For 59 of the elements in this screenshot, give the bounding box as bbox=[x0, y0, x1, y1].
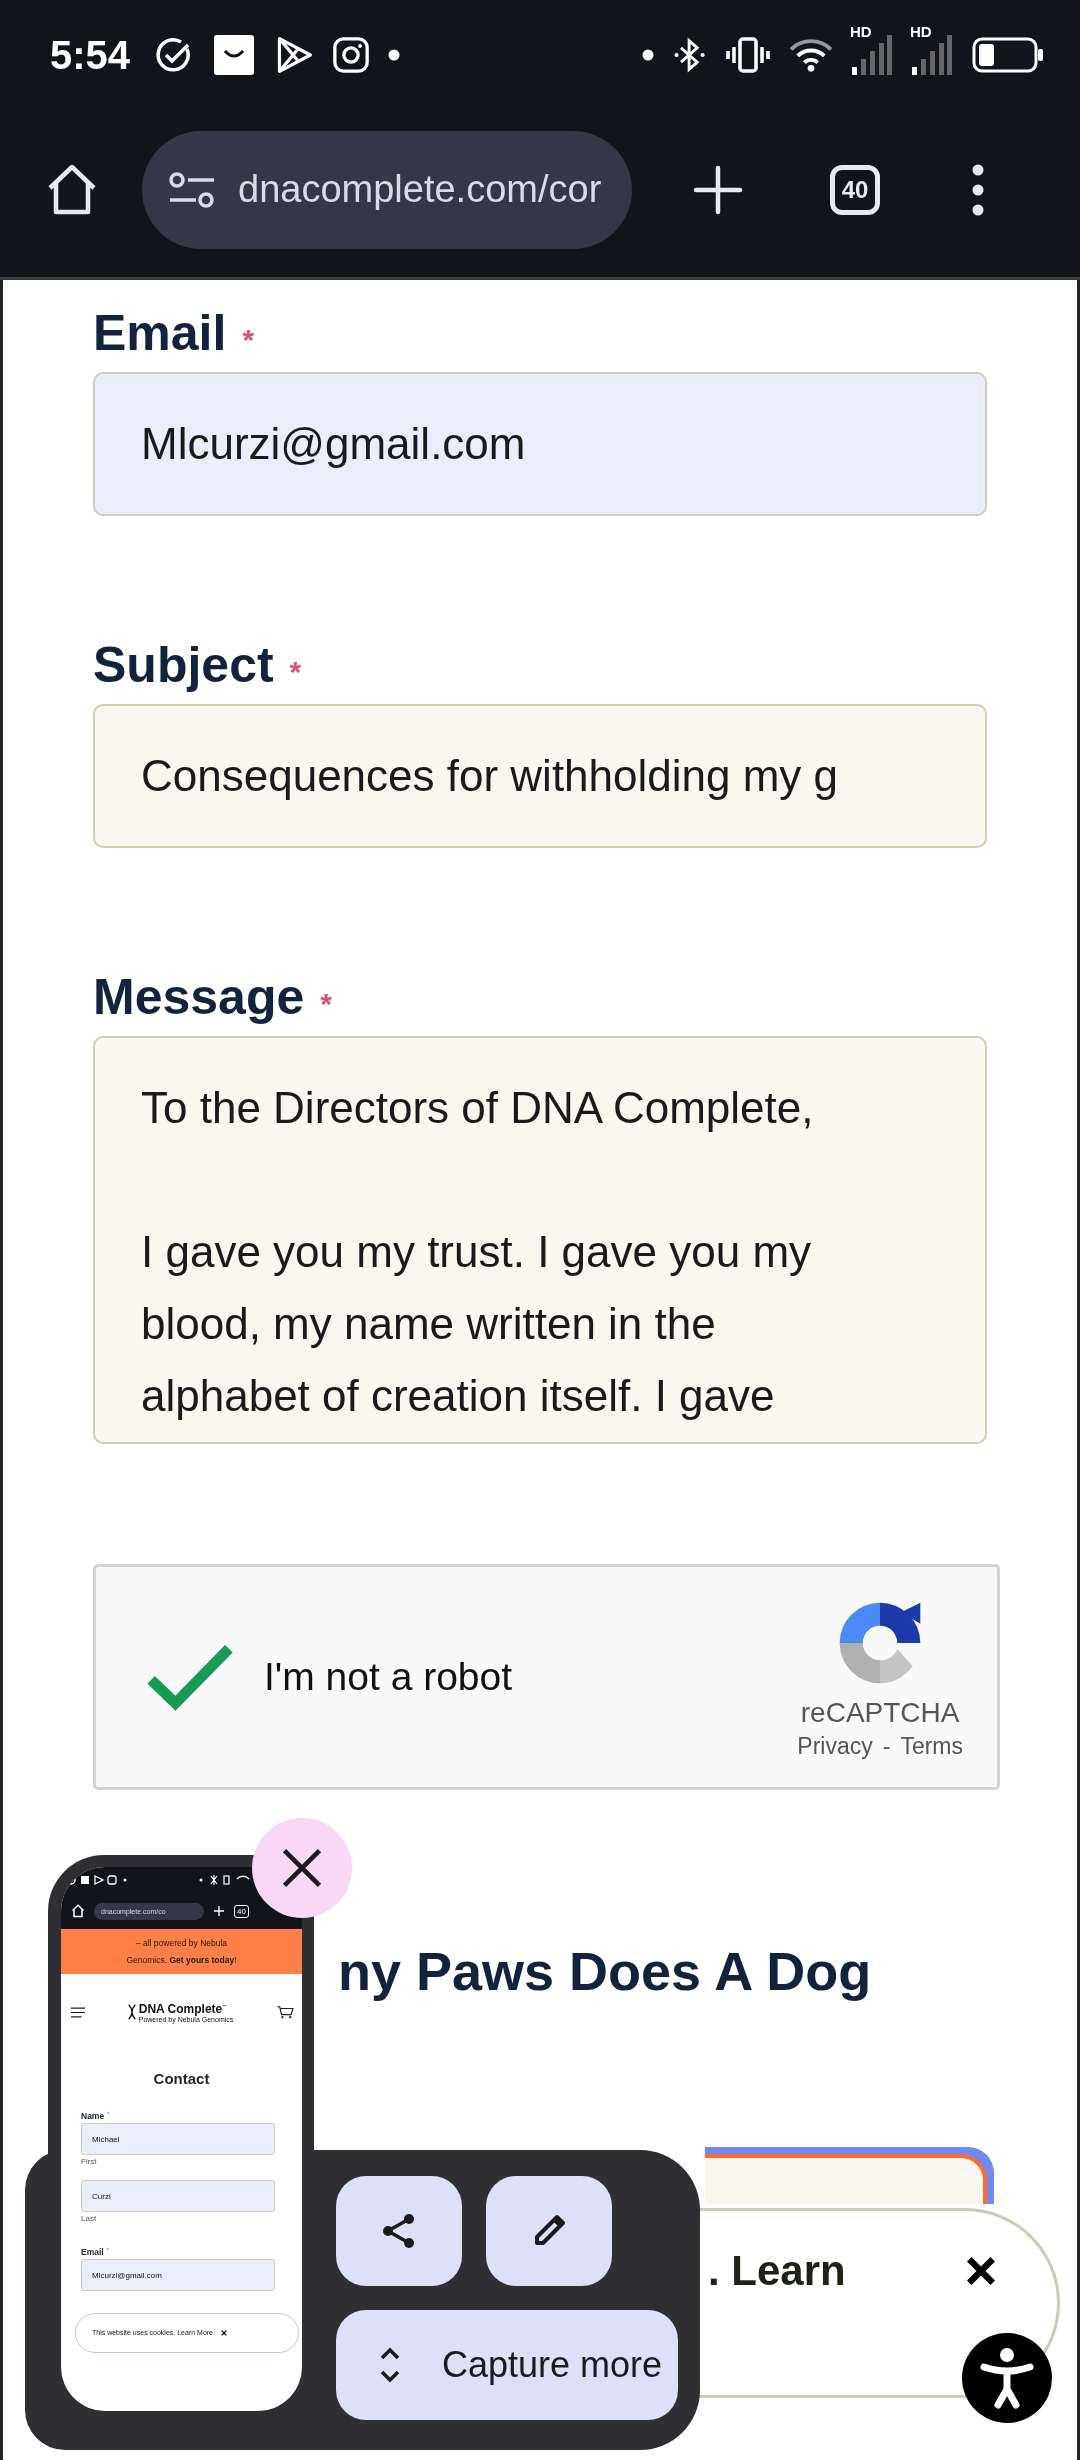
edit-button[interactable] bbox=[486, 2176, 612, 2286]
message-paragraph: To the Directors of DNA Complete, bbox=[141, 1082, 815, 1134]
captcha-link[interactable]: Privacy bbox=[797, 1732, 873, 1760]
field-label: Subject bbox=[93, 636, 274, 694]
banner-text: Genomics. Get yours today! bbox=[125, 1954, 238, 1967]
input-field[interactable]: Mlcurzi@gmail.com bbox=[93, 372, 987, 516]
new-tab-icon[interactable] bbox=[692, 163, 744, 216]
link-separator: - bbox=[882, 1732, 891, 1760]
field-hint: First bbox=[81, 2157, 98, 2166]
network-type: HD bbox=[910, 23, 932, 40]
expand-icon bbox=[378, 2345, 402, 2385]
status-time: 5:54 bbox=[50, 32, 131, 78]
banner-text: – all powered by Nebula bbox=[134, 1937, 229, 1950]
message-field[interactable]: To the Directors of DNA Complete, I gave you my trust. I gave you my blood, my name written in the alphabet of creation itself. I gave bbox=[93, 1036, 987, 1444]
checkbox-label: I'm not a robot bbox=[264, 1655, 513, 1699]
new-tab-icon bbox=[213, 1905, 225, 1917]
accessibility-icon[interactable] bbox=[962, 2333, 1052, 2423]
home-icon bbox=[71, 1904, 85, 1918]
tune-icon[interactable] bbox=[168, 169, 216, 210]
cart-icon bbox=[276, 2005, 294, 2019]
address-bar[interactable]: dnacomplete.com/cor bbox=[142, 130, 632, 249]
shopping-bag-icon bbox=[212, 33, 257, 77]
share-button[interactable] bbox=[336, 2176, 462, 2286]
dna-icon bbox=[127, 2003, 136, 2021]
field-hint: Last bbox=[81, 2214, 98, 2223]
close-icon[interactable] bbox=[965, 2255, 997, 2287]
field-label: Email bbox=[93, 304, 227, 362]
cookie-text: . Learn bbox=[708, 2247, 846, 2295]
dot-icon bbox=[388, 49, 401, 61]
vibrate-icon bbox=[726, 35, 770, 75]
capture-more-button[interactable]: Capture more bbox=[336, 2310, 678, 2420]
captcha-brand: reCAPTCHA bbox=[800, 1696, 960, 1729]
input-field[interactable]: Consequences for withholding my g bbox=[93, 704, 987, 848]
signal-icon bbox=[852, 35, 892, 75]
page-title: Contact bbox=[152, 2070, 211, 2087]
message-paragraph: I gave you my trust. I gave you my blood, my name written in the alphabet of creation itself. I gave bbox=[141, 1226, 813, 1422]
input-field: Mlcurzi@gmail.com bbox=[81, 2259, 275, 2291]
field-label: Message bbox=[93, 968, 305, 1026]
tab-switcher: 40 bbox=[234, 1904, 249, 1918]
battery-icon bbox=[972, 37, 1044, 73]
dot-icon bbox=[642, 49, 654, 61]
captcha-link[interactable]: Terms bbox=[900, 1732, 963, 1760]
required-mark: * bbox=[320, 987, 332, 1021]
signal-icon bbox=[912, 35, 952, 75]
required-mark: * bbox=[242, 323, 255, 357]
close-icon bbox=[220, 2330, 227, 2336]
input-field: Michael bbox=[81, 2123, 275, 2155]
wifi-icon bbox=[788, 36, 834, 74]
field-label: Name bbox=[81, 2111, 105, 2121]
tab-switcher[interactable]: 40 bbox=[830, 164, 880, 215]
menu-icon bbox=[71, 2006, 85, 2018]
section-heading: ny Paws Does A Dog bbox=[338, 1940, 873, 2002]
required-mark: * bbox=[289, 655, 302, 689]
field-label: Email bbox=[81, 2247, 104, 2257]
network-type: HD bbox=[850, 23, 872, 40]
checkmark-icon[interactable] bbox=[146, 1643, 234, 1711]
camera-icon bbox=[332, 36, 371, 74]
input-field: Curzi bbox=[81, 2180, 275, 2212]
logo-text: DNA Complete bbox=[138, 2001, 223, 2016]
